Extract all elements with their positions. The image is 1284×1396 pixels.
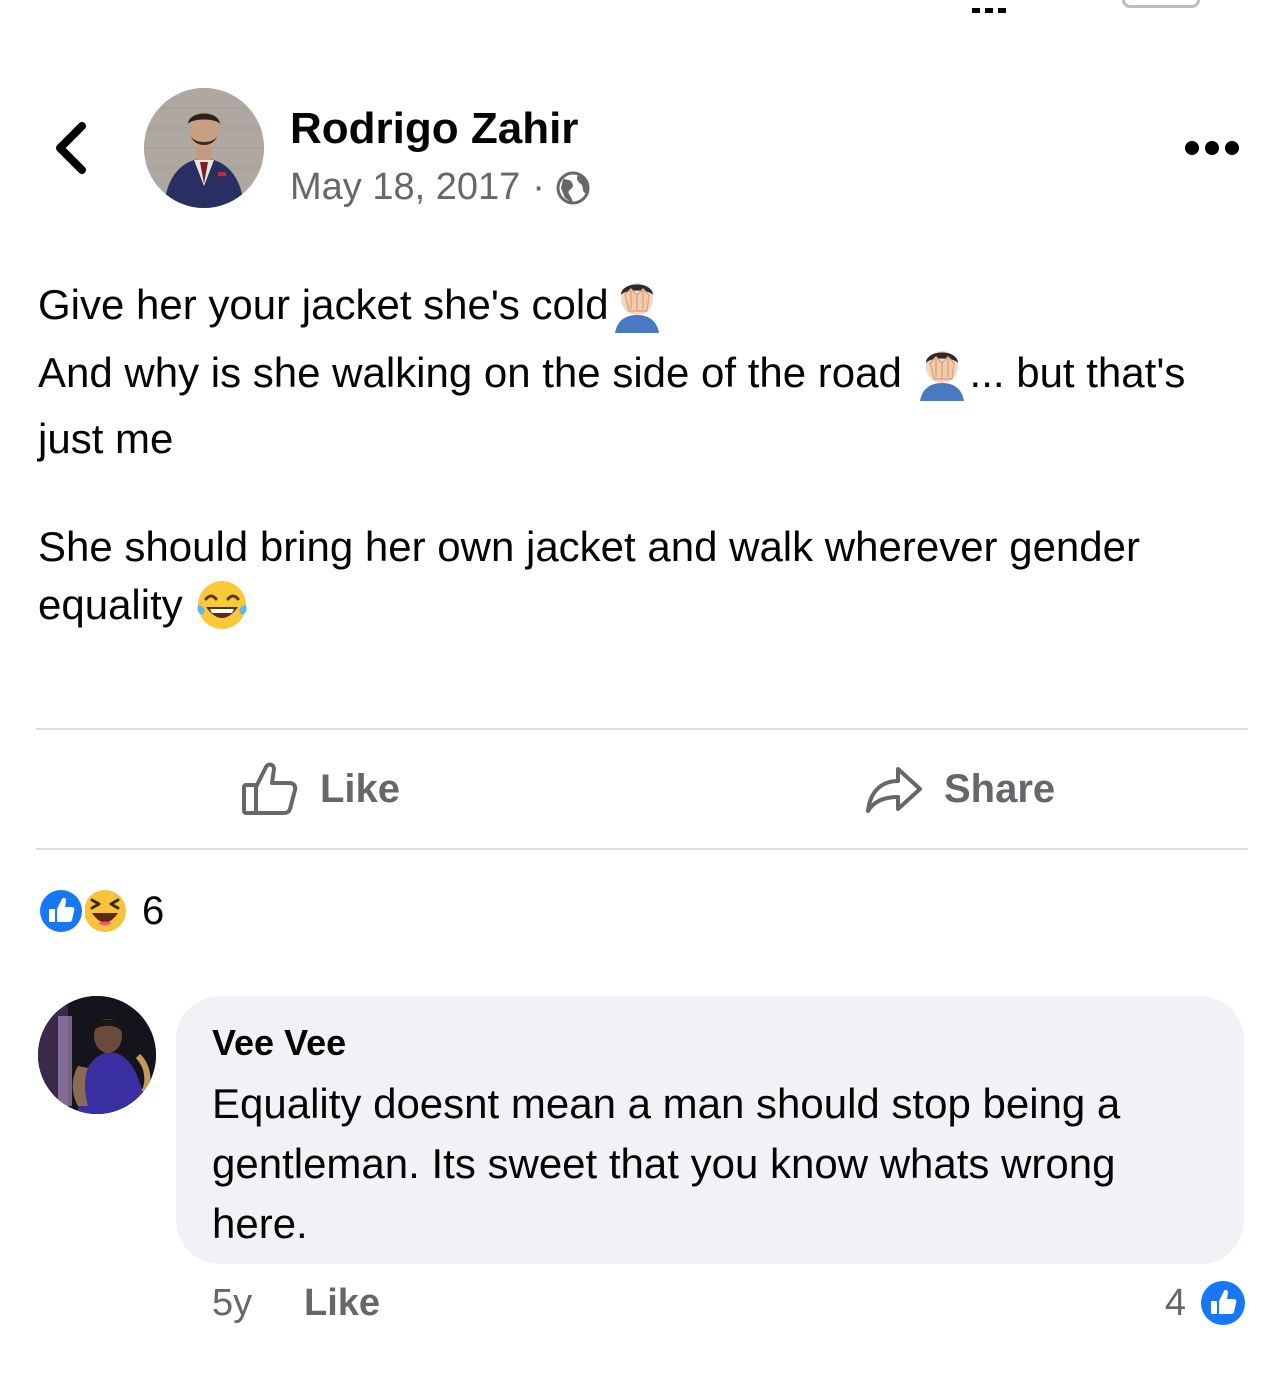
reactions-summary[interactable]: 6	[36, 884, 164, 938]
like-button[interactable]: Like	[240, 730, 400, 848]
haha-reaction-icon	[81, 887, 129, 935]
comment-reactions[interactable]: 4	[1165, 1278, 1248, 1328]
comment-reaction-count: 4	[1164, 1281, 1186, 1324]
meta-separator: ·	[532, 166, 545, 208]
facepalm-emoji-icon	[614, 283, 659, 333]
commenter-avatar[interactable]	[38, 996, 156, 1114]
share-button[interactable]: Share	[864, 730, 1055, 848]
divider-bottom	[36, 848, 1248, 850]
post-action-bar: Like Share	[36, 730, 1248, 848]
more-options-button[interactable]	[1180, 134, 1244, 162]
person-avatar-image	[38, 996, 156, 1114]
status-time	[136, 0, 248, 8]
facepalm-emoji-icon	[919, 351, 964, 401]
like-label: Like	[320, 766, 401, 811]
post-text-line2a: And why is she walking on the side of th…	[38, 349, 902, 396]
comment-like-button[interactable]: Like	[304, 1282, 380, 1325]
comment-footer: 5y Like 4	[212, 1278, 1248, 1332]
share-label: Share	[944, 766, 1056, 811]
back-button[interactable]	[44, 112, 100, 182]
comment-text: Equality doesnt mean a man should stop b…	[212, 1080, 1121, 1247]
reaction-count: 6	[142, 888, 165, 933]
post-body: Give her your jacket she's cold And why …	[38, 270, 1258, 634]
post-header: Rodrigo Zahir May 18, 2017 ·	[0, 86, 1284, 212]
post-date[interactable]: May 18, 2017	[290, 166, 520, 209]
post-text-line1: Give her your jacket she's cold	[38, 281, 609, 328]
status-bar	[0, 0, 1284, 14]
like-reaction-icon	[37, 887, 85, 935]
battery-icon	[1122, 0, 1200, 8]
more-horizontal-icon	[1185, 141, 1239, 155]
person-avatar-image	[144, 88, 264, 208]
comment-age: 5y	[212, 1282, 253, 1324]
thumbs-up-outline-icon	[242, 762, 298, 815]
post-meta: May 18, 2017 ·	[290, 166, 591, 209]
laughing-tears-emoji-icon	[197, 581, 247, 629]
globe-icon	[556, 171, 590, 204]
like-reaction-icon	[1199, 1279, 1247, 1327]
comment-bubble[interactable]: Vee Vee Equality doesnt mean a man shoul…	[176, 996, 1244, 1264]
chevron-left-icon	[56, 122, 86, 174]
signal-icon	[972, 0, 1032, 13]
commenter-name[interactable]: Vee Vee	[212, 1018, 1214, 1068]
author-avatar[interactable]	[144, 88, 264, 208]
author-name[interactable]: Rodrigo Zahir	[290, 104, 578, 154]
share-arrow-icon	[866, 767, 922, 813]
